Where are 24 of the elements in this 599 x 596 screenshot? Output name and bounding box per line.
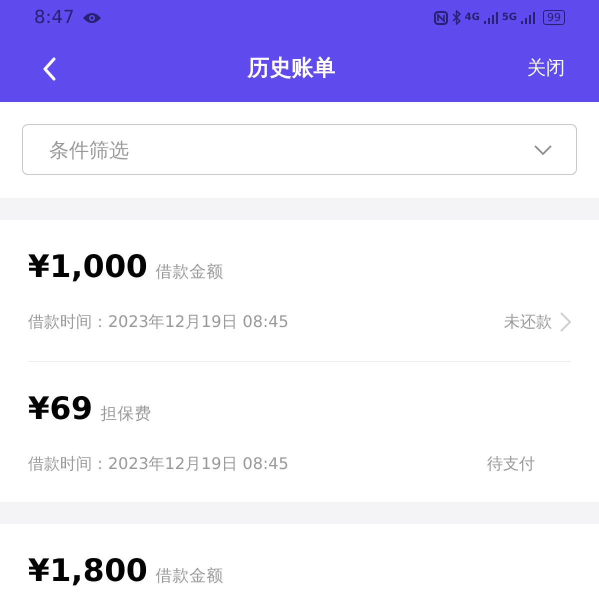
chevron-down-icon	[534, 144, 552, 154]
amount-label: 担保费	[100, 403, 152, 425]
clock-time: 8:47	[34, 6, 74, 30]
signal-icon	[521, 12, 535, 24]
signal-icon	[484, 12, 498, 24]
bluetooth-icon	[452, 10, 461, 25]
network-label: 4G	[464, 11, 480, 25]
page-title: 历史账单	[248, 55, 336, 83]
eye-icon	[82, 12, 102, 24]
amount-label: 借款金额	[156, 565, 224, 587]
filter-dropdown[interactable]: 条件筛选	[22, 124, 577, 175]
amount: ¥69	[28, 394, 93, 425]
bill-status[interactable]: 待支付	[487, 452, 535, 476]
bill-status[interactable]: 未还款	[504, 310, 552, 334]
amount: ¥1,800	[28, 556, 148, 587]
amount: ¥1,000	[28, 252, 148, 283]
loan-time: 借款时间：2023年12月19日 08:45	[28, 310, 289, 333]
loan-time: 借款时间：2023年12月19日 08:45	[28, 452, 289, 475]
battery-level: 99	[543, 10, 565, 25]
network-label: 5G	[502, 11, 517, 25]
back-icon[interactable]	[42, 56, 56, 80]
amount-label: 借款金额	[156, 261, 224, 283]
nfc-icon	[434, 10, 448, 24]
close-link[interactable]: 关闭	[527, 54, 565, 83]
